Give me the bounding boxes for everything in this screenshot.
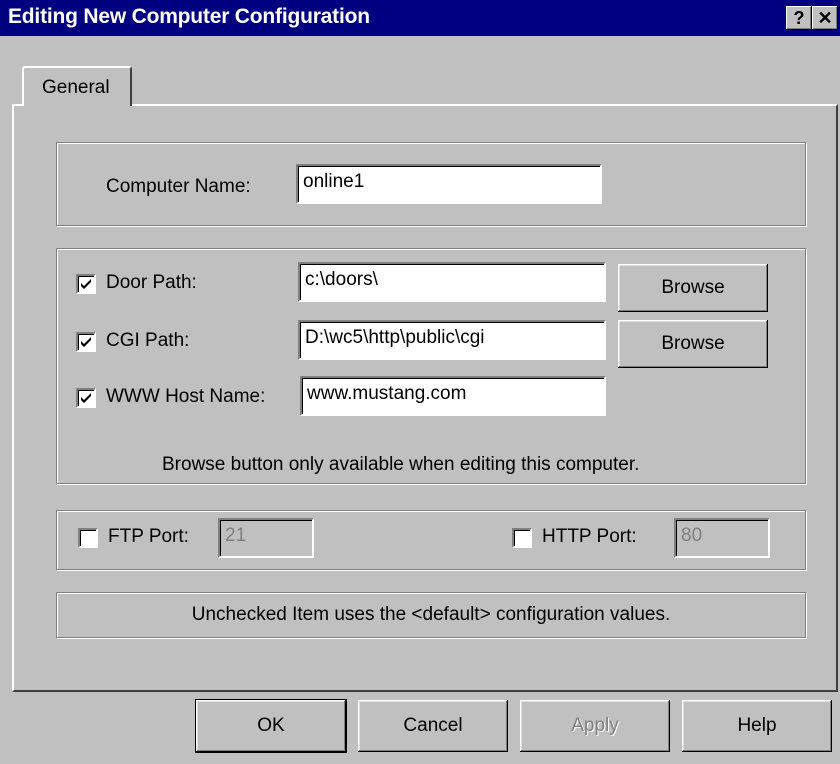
apply-button-label: Apply	[571, 715, 619, 736]
door-path-checkbox[interactable]	[76, 274, 96, 294]
checkmark-icon	[81, 337, 91, 347]
door-path-browse-label: Browse	[661, 277, 725, 298]
apply-button[interactable]: Apply	[520, 700, 670, 752]
help-title-button[interactable]: ?	[786, 6, 812, 30]
computer-name-input[interactable]: online1	[296, 164, 602, 204]
cgi-path-browse-button[interactable]: Browse	[618, 320, 768, 368]
checkmark-icon	[81, 393, 91, 403]
tab-general-label: General	[42, 77, 110, 98]
close-icon[interactable]: ✕	[812, 6, 838, 30]
http-port-input[interactable]: 80	[674, 518, 770, 558]
computer-name-label: Computer Name:	[106, 176, 251, 197]
ftp-port-label: FTP Port:	[108, 526, 189, 547]
ftp-port-input[interactable]: 21	[218, 518, 314, 558]
tab-general[interactable]: General	[22, 66, 132, 106]
cgi-path-label: CGI Path:	[106, 330, 190, 351]
http-port-label: HTTP Port:	[542, 526, 637, 547]
title-bar: Editing New Computer Configuration ? ✕	[0, 0, 840, 36]
checkmark-icon	[81, 279, 91, 289]
http-port-checkbox[interactable]	[512, 528, 532, 548]
door-path-label: Door Path:	[106, 272, 197, 293]
cgi-path-input[interactable]: D:\wc5\http\public\cgi	[298, 320, 606, 360]
ok-button-label: OK	[257, 715, 285, 736]
cgi-path-checkbox[interactable]	[76, 332, 96, 352]
www-host-input[interactable]: www.mustang.com	[300, 376, 606, 416]
ftp-port-checkbox[interactable]	[78, 528, 98, 548]
ok-button[interactable]: OK	[195, 699, 347, 753]
default-values-info: Unchecked Item uses the <default> config…	[56, 592, 806, 638]
cancel-button-label: Cancel	[403, 715, 463, 736]
help-button-label: Help	[737, 715, 777, 736]
help-button[interactable]: Help	[682, 700, 832, 752]
cgi-path-browse-label: Browse	[661, 333, 725, 354]
browse-note: Browse button only available when editin…	[162, 454, 640, 475]
www-host-checkbox[interactable]	[76, 388, 96, 408]
door-path-input[interactable]: c:\doors\	[298, 262, 606, 302]
cancel-button[interactable]: Cancel	[358, 700, 508, 752]
door-path-browse-button[interactable]: Browse	[618, 264, 768, 312]
www-host-label: WWW Host Name:	[106, 386, 266, 407]
window-title: Editing New Computer Configuration	[8, 5, 370, 28]
